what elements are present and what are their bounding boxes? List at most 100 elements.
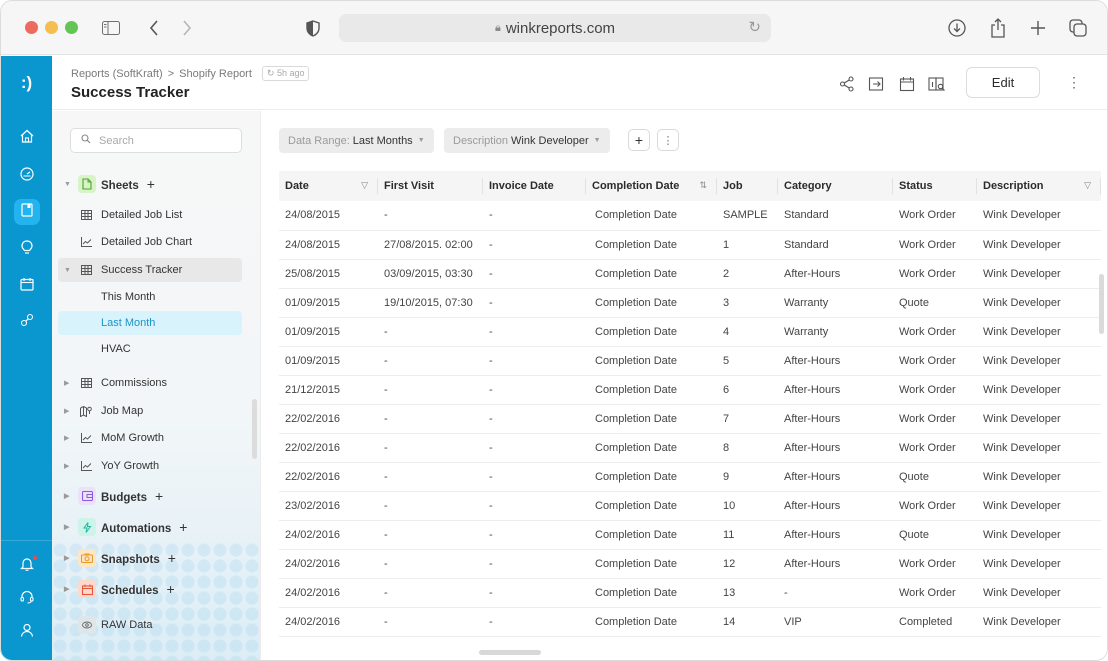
rail-insights[interactable] [14, 237, 40, 263]
shield-icon[interactable] [300, 15, 326, 41]
share-icon[interactable] [985, 15, 1011, 41]
table-row[interactable]: 21/12/2015- - Completion Date 6 After-Hours W… [279, 375, 1101, 405]
section-automations[interactable]: ▶ Automations + [58, 515, 242, 539]
caret-right-icon[interactable]: ▶ [64, 554, 69, 562]
section-budgets[interactable]: ▶ Budgets + [58, 484, 242, 508]
more-options-button[interactable]: ⋮ [1064, 72, 1084, 92]
column-header-description[interactable]: Description ▽ [977, 171, 1101, 201]
filter-more-button[interactable]: ⋮ [657, 129, 679, 151]
caret-right-icon[interactable]: ▶ [64, 379, 69, 387]
caret-down-icon[interactable]: ▼ [64, 181, 71, 188]
minimize-window-button[interactable] [45, 21, 58, 34]
sidebar-item-detailed-job-list[interactable]: Detailed Job List [58, 203, 242, 227]
add-schedule-button[interactable]: + [167, 581, 175, 597]
table-row[interactable]: 22/02/2016- - Completion Date 9 After-Hours Q… [279, 462, 1101, 492]
horizontal-scrollbar[interactable] [479, 650, 541, 655]
caret-down-icon[interactable]: ▼ [64, 267, 71, 274]
caret-right-icon[interactable]: ▶ [64, 492, 69, 500]
column-header-job[interactable]: Job [717, 171, 778, 201]
rail-home[interactable] [14, 125, 40, 151]
table-row[interactable]: 22/02/2016- - Completion Date 8 After-Hours W… [279, 433, 1101, 463]
section-schedules[interactable]: ▶ Schedules + [58, 577, 242, 601]
search-input[interactable] [99, 134, 229, 147]
edit-button[interactable]: Edit [966, 67, 1040, 98]
column-header-status[interactable]: Status [893, 171, 977, 201]
sidebar-subitem-this-month[interactable]: This Month [58, 285, 242, 309]
rail-integrations[interactable] [14, 309, 40, 335]
caret-right-icon[interactable]: ▶ [64, 462, 69, 470]
app-logo[interactable]: :) [1, 56, 52, 110]
tab-overview-icon[interactable] [1065, 15, 1091, 41]
sidebar-item-yoy-growth[interactable]: ▶ YoY Growth [58, 454, 242, 478]
reload-icon[interactable]: ↻ [748, 18, 761, 36]
add-sheet-button[interactable]: + [147, 176, 155, 192]
table-row[interactable]: 24/02/2016- - Completion Date 13- Work Order… [279, 578, 1101, 608]
rail-notifications[interactable] [14, 553, 40, 579]
caret-right-icon[interactable]: ▶ [64, 434, 69, 442]
caret-right-icon[interactable]: ▶ [64, 585, 69, 593]
breadcrumb-item[interactable]: Reports (SoftKraft) [71, 68, 163, 80]
table-row[interactable]: 01/09/2015- - Completion Date 4 Warranty Work… [279, 317, 1101, 347]
column-header-invoice-date[interactable]: Invoice Date [483, 171, 586, 201]
rail-reports[interactable] [14, 199, 40, 225]
table-row[interactable]: 24/08/2015 27/08/2015. 02:00- Completion D… [279, 230, 1101, 260]
sidebar-item-raw-data[interactable]: RAW Data [58, 613, 242, 637]
filter-icon[interactable]: ▽ [361, 180, 368, 191]
export-icon[interactable] [866, 74, 886, 94]
back-icon[interactable] [141, 15, 167, 41]
table-row[interactable]: 24/02/2016- - Completion Date 12 After-Hours… [279, 549, 1101, 579]
table-row[interactable]: 24/02/2016- - Completion Date 11 After-Hours… [279, 520, 1101, 550]
rail-support[interactable] [14, 586, 40, 612]
filter-icon[interactable]: ▽ [1084, 180, 1091, 191]
sidebar-item-mom-growth[interactable]: ▶ MoM Growth [58, 426, 242, 450]
table-row[interactable]: 01/09/2015 19/10/2015, 07:30- Completion D… [279, 288, 1101, 318]
column-header-category[interactable]: Category [778, 171, 893, 201]
address-bar[interactable]: 🔒︎ winkreports.com ↻ [339, 14, 771, 42]
add-snapshot-button[interactable]: + [168, 550, 176, 566]
sidebar-toggle-icon[interactable] [98, 15, 124, 41]
sidebar-search[interactable] [70, 128, 242, 153]
column-header-first-visit[interactable]: First Visit [378, 171, 483, 201]
new-tab-icon[interactable] [1025, 15, 1051, 41]
column-header-date[interactable]: Date ▽ [279, 171, 378, 201]
sidebar-item-success-tracker[interactable]: ▼ Success Tracker [58, 258, 242, 282]
cell-description: Wink Developer [977, 288, 1101, 318]
sidebar-subitem-hvac[interactable]: HVAC [58, 337, 242, 361]
filter-description[interactable]: Description Wink Developer ▼ [444, 128, 610, 153]
table-row[interactable]: 24/08/2015- - Completion Date SAMPLE Standar… [279, 201, 1101, 231]
filter-data-range[interactable]: Data Range: Last Months ▼ [279, 128, 434, 153]
zoom-window-button[interactable] [65, 21, 78, 34]
add-filter-button[interactable]: + [628, 129, 650, 151]
column-header-completion-date[interactable]: Completion Date ⇅ [586, 171, 717, 201]
sidebar-subitem-last-month[interactable]: Last Month [58, 311, 242, 335]
table-row[interactable]: 25/08/2015 03/09/2015, 03:30- Completion D… [279, 259, 1101, 289]
sidebar-scrollbar[interactable] [252, 399, 257, 459]
download-icon[interactable] [944, 15, 970, 41]
sidebar-item-detailed-job-chart[interactable]: Detailed Job Chart [58, 230, 242, 254]
table-row[interactable]: 22/02/2016- - Completion Date 7 After-Hours W… [279, 404, 1101, 434]
sort-icon[interactable]: ⇅ [699, 180, 707, 191]
rail-profile[interactable] [14, 619, 40, 645]
table-row[interactable]: 01/09/2015- - Completion Date 5 After-Hours W… [279, 346, 1101, 376]
browser-window: 🔒︎ winkreports.com ↻ :) Reports (SoftKra… [0, 0, 1108, 661]
breadcrumb-item[interactable]: Shopify Report [179, 68, 252, 80]
rail-calendar[interactable] [14, 273, 40, 299]
rail-dashboards[interactable] [14, 163, 40, 189]
share-report-icon[interactable] [837, 74, 857, 94]
add-budget-button[interactable]: + [155, 488, 163, 504]
table-row[interactable]: 24/02/2016- - Completion Date 14 VIP Complete… [279, 607, 1101, 637]
caret-right-icon[interactable]: ▶ [64, 523, 69, 531]
cell-status: Work Order [893, 259, 977, 289]
data-explorer-icon[interactable] [927, 74, 947, 94]
schedule-calendar-icon[interactable] [897, 74, 917, 94]
add-automation-button[interactable]: + [179, 519, 187, 535]
close-window-button[interactable] [25, 21, 38, 34]
sidebar-item-commissions[interactable]: ▶ Commissions [58, 371, 242, 395]
table-row[interactable]: 23/02/2016- - Completion Date 10 After-Hours… [279, 491, 1101, 521]
section-sheets[interactable]: ▼ Sheets + [58, 172, 242, 196]
section-snapshots[interactable]: ▶ Snapshots + [58, 546, 242, 570]
forward-icon[interactable] [174, 15, 200, 41]
sidebar-item-job-map[interactable]: ▶ Job Map [58, 399, 242, 423]
caret-right-icon[interactable]: ▶ [64, 407, 69, 415]
vertical-scrollbar[interactable] [1099, 274, 1104, 334]
